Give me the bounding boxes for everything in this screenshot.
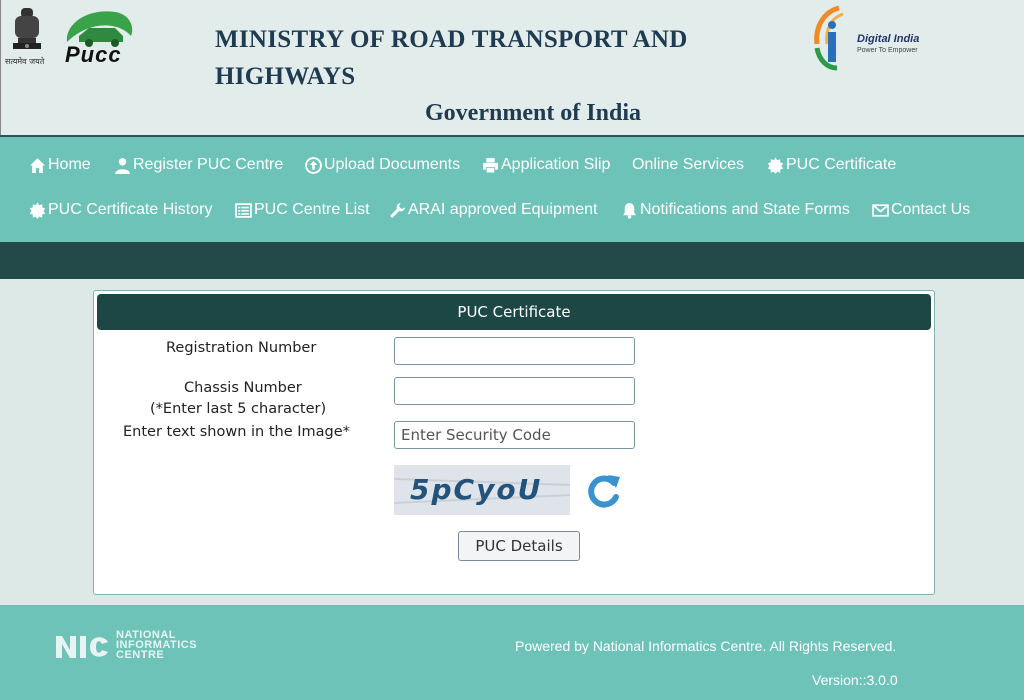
nav-item-puc-centre-list[interactable]: PUC Centre List <box>235 201 370 219</box>
nav-label: PUC Certificate History <box>48 201 213 218</box>
nic-name: NATIONAL INFORMATICS CENTRE <box>116 630 197 661</box>
nav-label: Upload Documents <box>324 156 461 173</box>
site-footer: NATIONAL INFORMATICS CENTRE Powered by N… <box>0 605 1024 700</box>
captcha-image: 5pCyoU <box>394 465 570 515</box>
puc-details-button[interactable]: PUC Details <box>458 531 580 561</box>
envelope-icon <box>872 203 889 217</box>
main-navigation <box>0 135 1024 242</box>
nav-item-arai-approved-equipment[interactable]: ARAI approved Equipment <box>389 201 597 219</box>
nav-item-register-puc-centre[interactable]: Register PUC Centre <box>114 156 283 174</box>
nav-label: Notifications and State Forms <box>640 201 850 218</box>
site-header: सत्यमेव जयते Pucc MINISTRY OF ROAD TRANS… <box>0 0 1024 135</box>
nic-logo-icon <box>56 636 108 658</box>
nav-label: Contact Us <box>891 201 971 218</box>
nav-item-notifications-and-state-forms[interactable]: Notifications and State Forms <box>621 201 850 219</box>
security-code-label: Enter text shown in the Image* <box>123 424 350 440</box>
user-icon <box>115 157 130 174</box>
home-icon <box>30 157 45 173</box>
nav-item-contact-us[interactable]: Contact Us <box>872 201 970 219</box>
nav-label: Register PUC Centre <box>133 156 284 173</box>
list-icon <box>235 202 252 218</box>
government-subtitle: Government of India <box>425 100 641 126</box>
security-code-input[interactable] <box>394 421 635 449</box>
certificate-icon <box>29 202 46 219</box>
nav-item-puc-certificate[interactable]: PUC Certificate <box>767 156 896 174</box>
powered-by-text: Powered by National Informatics Centre. … <box>515 638 897 654</box>
nav-label: PUC Certificate <box>786 156 897 173</box>
captcha-text: 5pCyoU <box>410 473 543 506</box>
panel-title: PUC Certificate <box>97 294 931 330</box>
wrench-icon <box>390 202 405 218</box>
nav-label: Online Services <box>632 156 745 173</box>
nav-label: PUC Centre List <box>254 201 370 218</box>
bell-icon <box>623 202 636 219</box>
nav-label: ARAI approved Equipment <box>408 201 598 218</box>
version-text: Version::3.0.0 <box>812 672 898 688</box>
digital-india-title: Digital India <box>857 33 920 45</box>
nav-item-upload-documents[interactable]: Upload Documents <box>305 156 460 174</box>
chassis-number-hint: (*Enter last 5 character) <box>150 401 327 417</box>
chassis-number-label: Chassis Number <box>184 380 302 396</box>
nav-item-online-services[interactable]: Online Services <box>632 156 744 174</box>
nav-item-puc-certificate-history[interactable]: PUC Certificate History <box>29 201 212 219</box>
digital-india-logo-icon <box>814 5 844 71</box>
nav-label: Home <box>48 156 91 173</box>
print-icon <box>483 157 498 173</box>
registration-number-label: Registration Number <box>166 340 317 356</box>
nav-label: Application Slip <box>501 156 611 173</box>
registration-number-input[interactable] <box>394 337 635 365</box>
puc-certificate-panel: PUC Certificate Registration Number Chas… <box>93 290 935 595</box>
nav-item-home[interactable]: Home <box>29 156 91 174</box>
chassis-number-input[interactable] <box>394 377 635 405</box>
digital-india-tagline: Power To Empower <box>857 47 918 54</box>
refresh-captcha-icon[interactable] <box>584 471 624 511</box>
nic-line3: CENTRE <box>116 649 165 661</box>
ministry-title-line2: HIGHWAYS <box>215 63 356 90</box>
ministry-title-line1: MINISTRY OF ROAD TRANSPORT AND <box>215 26 688 53</box>
certificate-icon <box>767 157 784 174</box>
pucc-logo-text: Pucc <box>65 42 122 67</box>
upload-icon <box>305 156 322 174</box>
emblem-caption: सत्यमेव जयते <box>5 57 45 66</box>
nav-item-application-slip[interactable]: Application Slip <box>482 156 610 174</box>
nav-divider-band <box>0 242 1024 279</box>
